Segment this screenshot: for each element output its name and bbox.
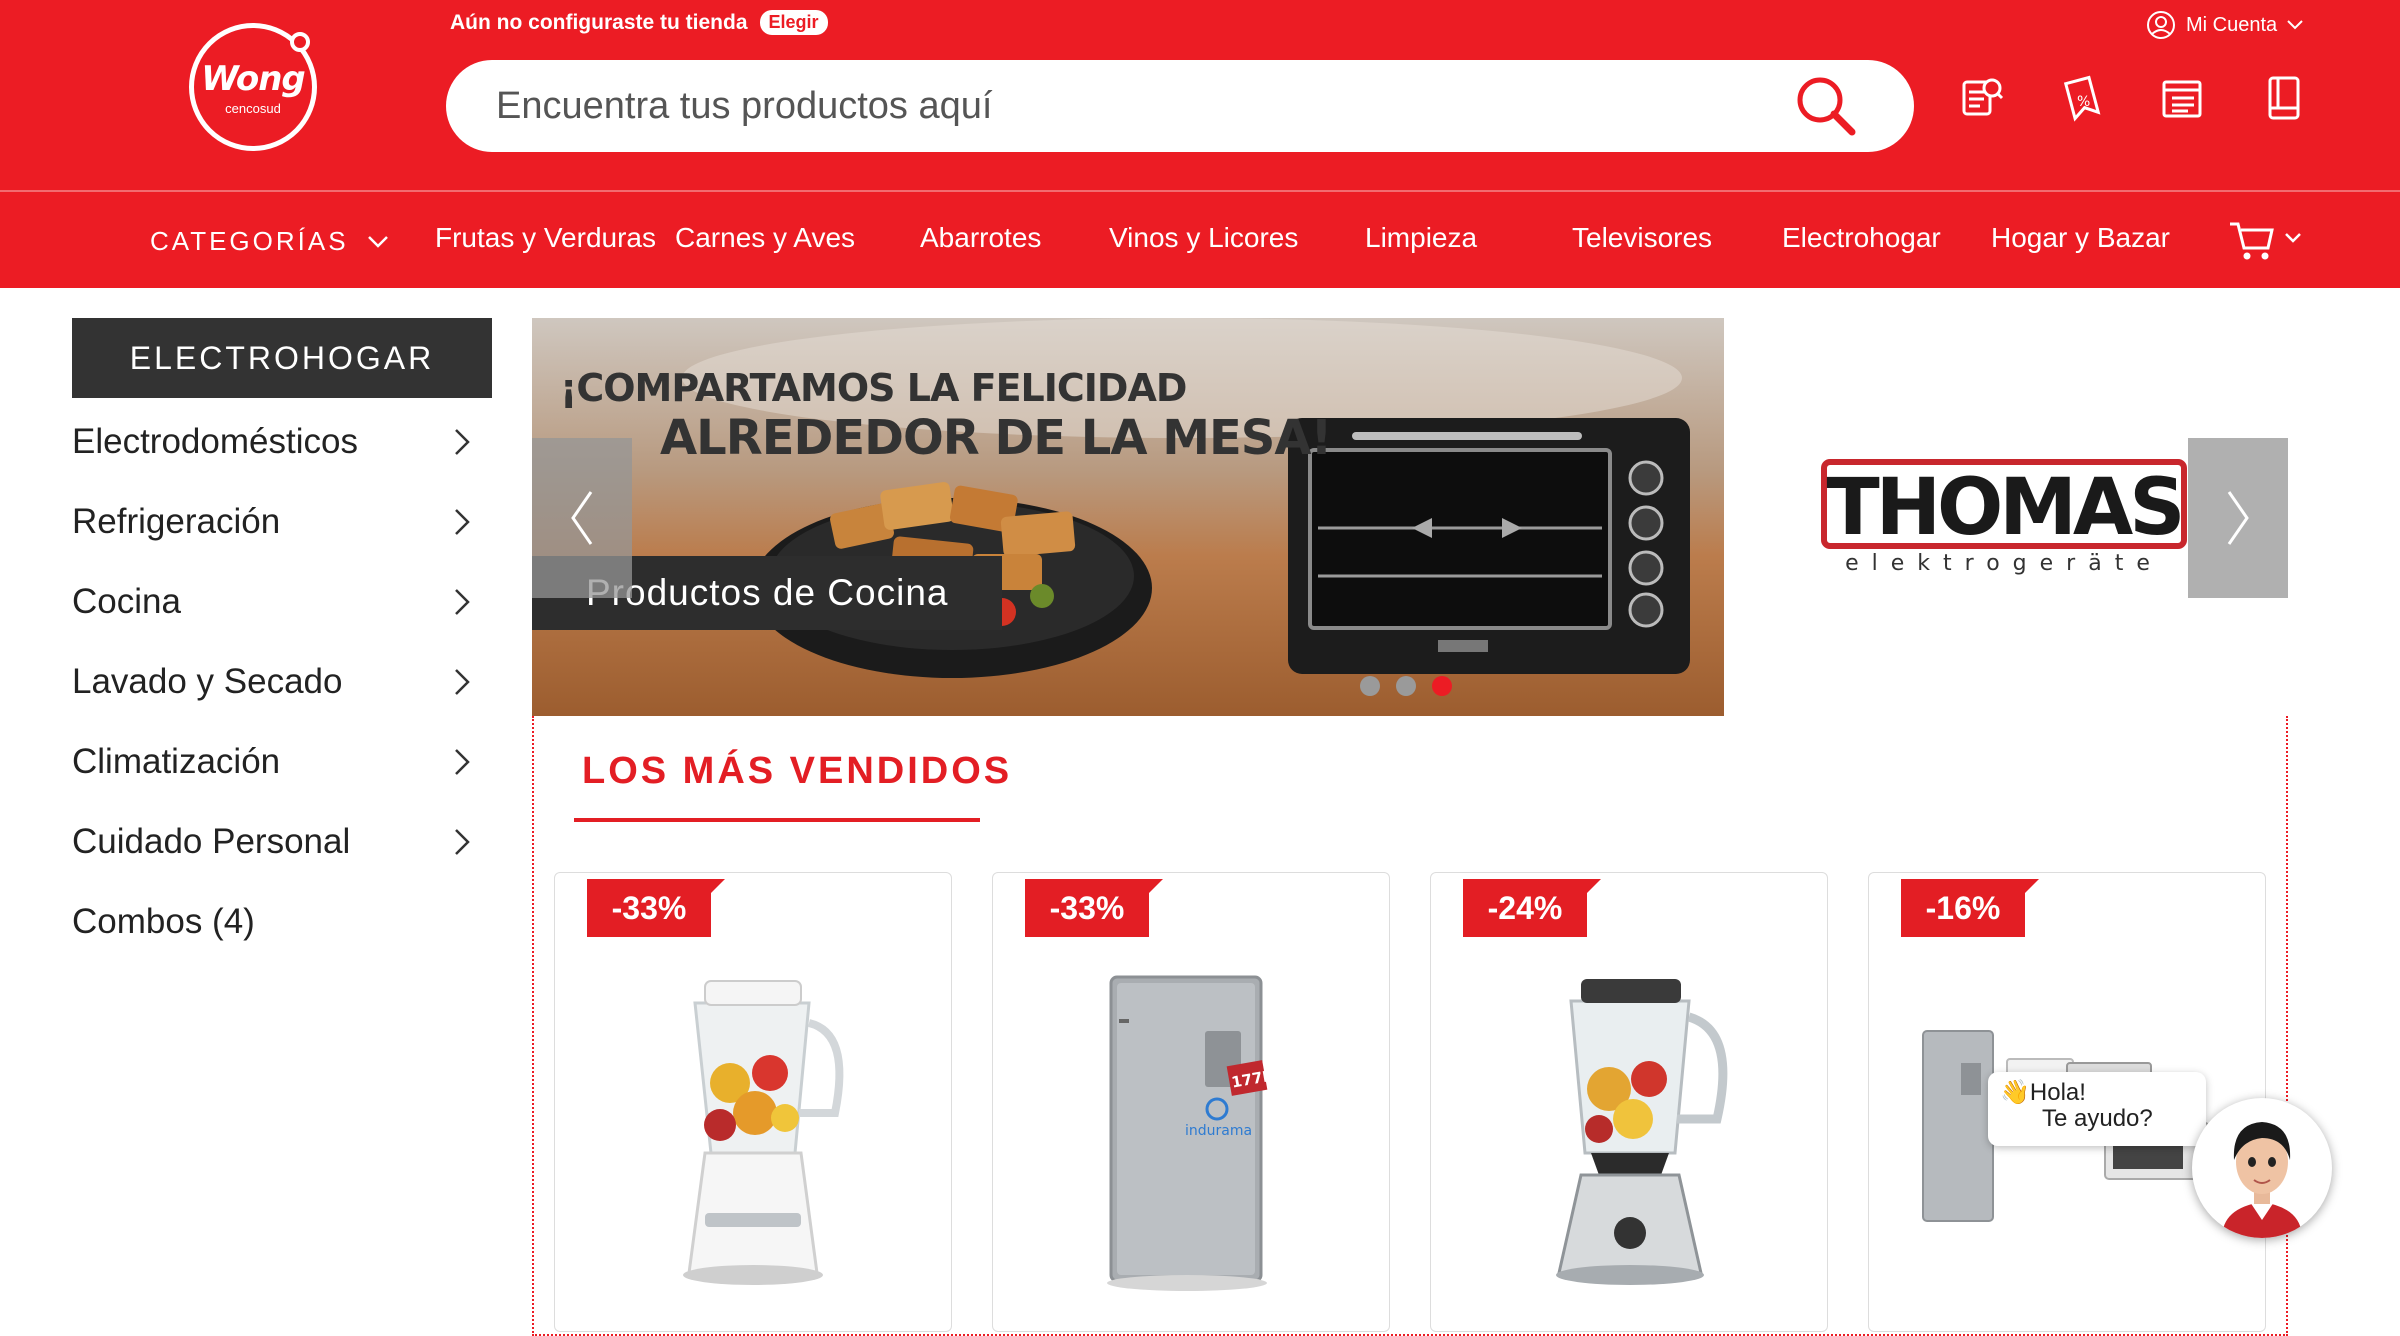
chevron-right-icon bbox=[455, 589, 470, 615]
discount-badge: -24% bbox=[1463, 879, 1601, 937]
chat-line-1: Hola! bbox=[2029, 1079, 2086, 1106]
sidebar-item-refrigeracion[interactable]: Refrigeración bbox=[72, 492, 472, 552]
chevron-down-icon bbox=[2287, 20, 2303, 30]
banner-headline-2: ALREDEDOR DE LA MESA! bbox=[660, 410, 1332, 466]
cart-icon[interactable] bbox=[2228, 216, 2308, 264]
chevron-right-icon bbox=[455, 749, 470, 775]
categories-menu[interactable]: CATEGORÍAS bbox=[150, 226, 389, 257]
sidebar-item-cocina[interactable]: Cocina bbox=[72, 572, 472, 632]
logo-subtext: cencosud bbox=[225, 100, 281, 116]
chat-greeting-line: 👋Hola! bbox=[2000, 1080, 2194, 1106]
sidebar-item-label: Electrodomésticos bbox=[72, 422, 358, 461]
sidebar-item-combos[interactable]: Combos (4) bbox=[72, 892, 472, 952]
chevron-right-icon bbox=[455, 429, 470, 455]
thomas-brand-logo[interactable]: THOMAS elektrogeräte bbox=[1820, 458, 2190, 578]
nav-item-limpieza[interactable]: Limpieza bbox=[1365, 222, 1477, 254]
chevron-down-icon bbox=[367, 235, 388, 248]
discount-badge: -33% bbox=[1025, 879, 1163, 937]
product-image-blender-chrome bbox=[1556, 979, 1728, 1285]
carousel-dots bbox=[1360, 676, 1452, 696]
hero-banner[interactable]: ¡COMPARTAMOS LA FELICIDAD ALREDEDOR DE L… bbox=[532, 318, 1724, 716]
store-message-text: Aún no configuraste tu tienda bbox=[450, 10, 748, 34]
account-label: Mi Cuenta bbox=[2186, 13, 2278, 36]
top-header: Wong cencosud Aún no configuraste tu tie… bbox=[0, 0, 2400, 192]
offers-icon[interactable]: % bbox=[2060, 74, 2104, 122]
discount-badge: -33% bbox=[587, 879, 725, 937]
choose-store-button[interactable]: Elegir bbox=[759, 10, 828, 35]
brand-tagline: elektrogeräte bbox=[1845, 551, 2163, 576]
sidebar-item-label: Lavado y Secado bbox=[72, 662, 343, 701]
title-underline bbox=[574, 818, 980, 822]
catalog-icon[interactable] bbox=[2262, 74, 2306, 122]
logo-dot bbox=[290, 32, 310, 52]
banner-cta-text: Productos de Cocina bbox=[586, 572, 949, 613]
chevron-right-icon bbox=[455, 669, 470, 695]
sidebar-title[interactable]: ELECTROHOGAR bbox=[72, 318, 492, 398]
chat-line-2: Te ayudo? bbox=[2042, 1105, 2153, 1132]
logo-text: Wong bbox=[201, 58, 306, 99]
product-card[interactable]: -24% bbox=[1430, 872, 1828, 1332]
store-message: Aún no configuraste tu tienda Elegir bbox=[450, 10, 828, 35]
discount-badge: -16% bbox=[1901, 879, 2039, 937]
search-icon[interactable] bbox=[1794, 74, 1858, 138]
product-image-blender-white bbox=[683, 980, 844, 1285]
nav-item-carnes-y-aves[interactable]: Carnes y Aves bbox=[675, 222, 855, 254]
chevron-right-icon bbox=[455, 829, 470, 855]
sidebar-item-electrodomesticos[interactable]: Electrodomésticos bbox=[72, 412, 472, 472]
sidebar-item-cuidado-personal[interactable]: Cuidado Personal bbox=[72, 812, 472, 872]
account-icon bbox=[2147, 11, 2175, 39]
sidebar-item-label: Cuidado Personal bbox=[72, 822, 351, 861]
categories-label: CATEGORÍAS bbox=[150, 226, 349, 256]
chat-bubble[interactable]: 👋Hola! Te ayudo? bbox=[1988, 1072, 2206, 1146]
product-image-refrigerator: 177L indurama bbox=[1107, 975, 1274, 1291]
carousel-dot[interactable] bbox=[1360, 676, 1380, 696]
chat-assistant-avatar[interactable] bbox=[2192, 1098, 2332, 1238]
quick-list-icon[interactable] bbox=[1960, 74, 2004, 122]
fridge-brand-text: indurama bbox=[1185, 1123, 1252, 1139]
carousel-next-button[interactable] bbox=[2188, 438, 2288, 598]
sidebar-item-label: Climatización bbox=[72, 742, 281, 781]
chevron-right-icon bbox=[2227, 491, 2249, 545]
nav-item-vinos-y-licores[interactable]: Vinos y Licores bbox=[1109, 222, 1298, 254]
chevron-left-icon bbox=[571, 491, 593, 545]
sidebar-item-label: Refrigeración bbox=[72, 502, 281, 541]
wave-icon: 👋 bbox=[2000, 1079, 2030, 1106]
chevron-right-icon bbox=[455, 509, 470, 535]
sidebar-item-climatizacion[interactable]: Climatización bbox=[72, 732, 472, 792]
product-card[interactable]: 177L indurama -33% bbox=[992, 872, 1390, 1332]
nav-item-hogar-y-bazar[interactable]: Hogar y Bazar bbox=[1991, 222, 2170, 254]
product-card[interactable]: -33% bbox=[554, 872, 952, 1332]
orders-icon[interactable] bbox=[2160, 74, 2204, 122]
account-menu[interactable]: Mi Cuenta bbox=[2146, 10, 2303, 40]
search-input[interactable] bbox=[496, 60, 1746, 152]
nav-item-electrohogar[interactable]: Electrohogar bbox=[1782, 222, 1941, 254]
sidebar-item-label: Cocina bbox=[72, 582, 181, 621]
assistant-avatar-image bbox=[2222, 1122, 2302, 1238]
brand-name: THOMAS bbox=[1827, 463, 2182, 553]
wong-logo[interactable]: Wong cencosud bbox=[189, 23, 317, 151]
nav-item-abarrotes[interactable]: Abarrotes bbox=[920, 222, 1041, 254]
sidebar-item-lavado-y-secado[interactable]: Lavado y Secado bbox=[72, 652, 472, 712]
nav-item-frutas-y-verduras[interactable]: Frutas y Verduras bbox=[435, 222, 656, 254]
brand-logo-image: THOMAS elektrogeräte bbox=[1821, 459, 2187, 576]
svg-text:%: % bbox=[2077, 94, 2090, 110]
best-sellers-title: LOS MÁS VENDIDOS bbox=[582, 750, 1013, 792]
carousel-dot-active[interactable] bbox=[1432, 676, 1452, 696]
sidebar-item-label: Combos (4) bbox=[72, 902, 255, 941]
nav-item-televisores[interactable]: Televisores bbox=[1572, 222, 1712, 254]
banner-headline-1: ¡COMPARTAMOS LA FELICIDAD bbox=[560, 366, 1187, 410]
category-nav: CATEGORÍAS Frutas y Verduras Carnes y Av… bbox=[0, 192, 2400, 288]
carousel-dot[interactable] bbox=[1396, 676, 1416, 696]
carousel-prev-button[interactable] bbox=[532, 438, 632, 598]
search-bar bbox=[446, 60, 1914, 152]
